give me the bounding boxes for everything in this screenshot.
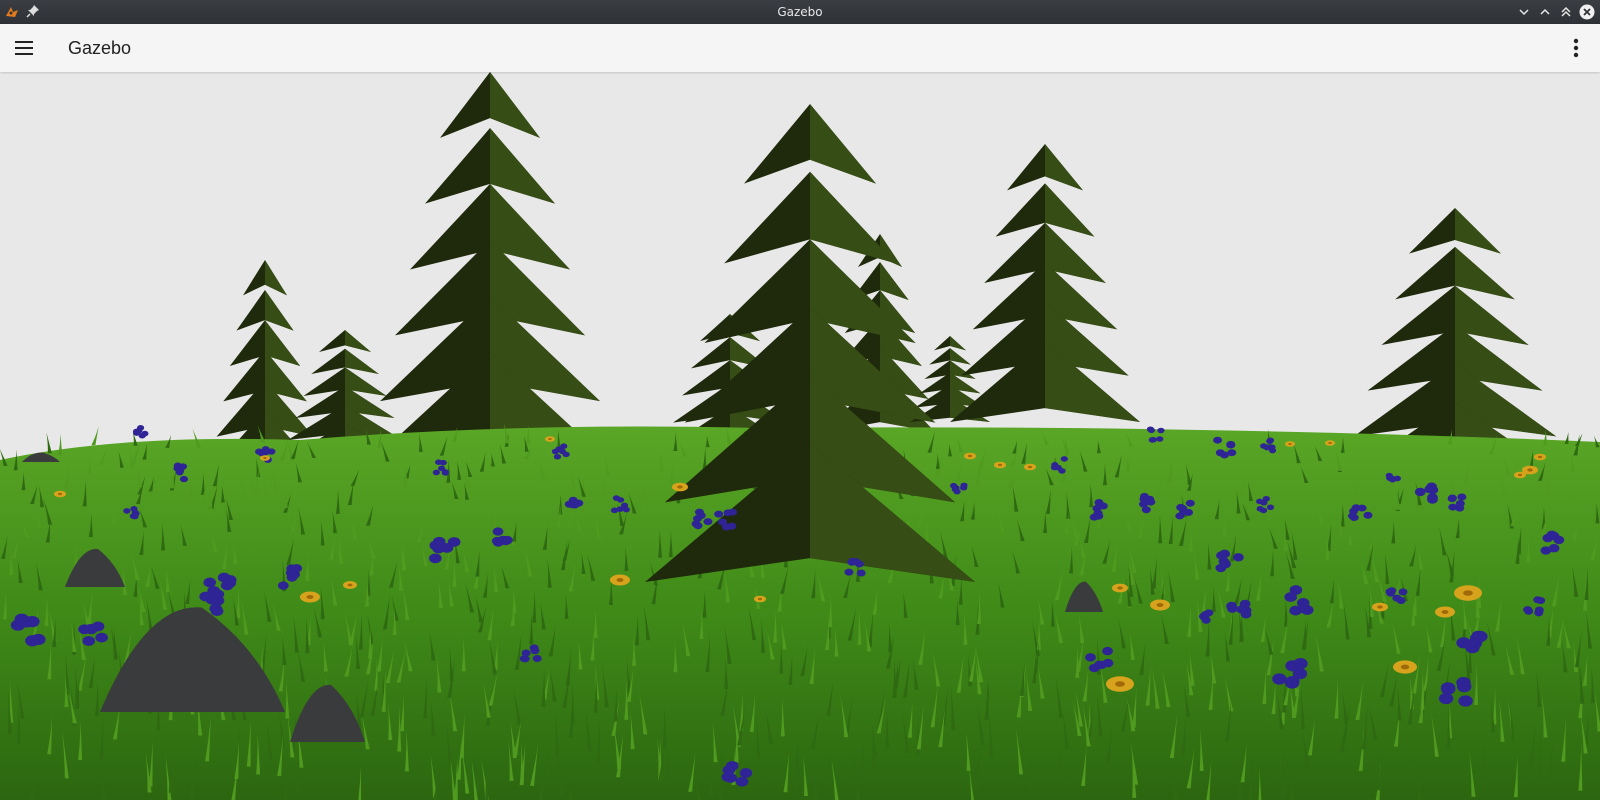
more-vert-icon <box>1573 38 1579 58</box>
blue-flower <box>78 621 108 646</box>
yellow-flower <box>545 436 555 442</box>
yellow-flower <box>1325 440 1335 446</box>
yellow-flower <box>1024 463 1036 471</box>
yellow-flower <box>672 482 688 492</box>
hamburger-menu-icon <box>15 41 33 55</box>
yellow-flower <box>1106 676 1134 692</box>
yellow-flower <box>1514 471 1526 479</box>
close-icon[interactable] <box>1578 3 1596 21</box>
yellow-flower <box>300 591 320 603</box>
yellow-flower <box>964 452 976 460</box>
app-title: Gazebo <box>68 38 132 58</box>
yellow-flower <box>1112 583 1128 593</box>
hamburger-menu-button[interactable] <box>10 34 38 62</box>
yellow-flower <box>1435 606 1455 618</box>
yellow-flower <box>1285 441 1295 447</box>
yellow-flower <box>260 455 270 461</box>
yellow-flower <box>1454 585 1482 601</box>
more-options-button[interactable] <box>1562 34 1590 62</box>
yellow-flower <box>54 490 66 498</box>
maximize-icon[interactable] <box>1557 3 1575 21</box>
yellow-flower <box>343 581 357 589</box>
scene-render <box>0 72 1600 800</box>
app-bar: Gazebo <box>0 24 1600 72</box>
yellow-flower <box>1534 453 1546 461</box>
yellow-flower <box>1372 602 1388 612</box>
window-titlebar: Gazebo <box>0 0 1600 24</box>
yellow-flower <box>754 595 766 603</box>
yellow-flower <box>1150 599 1170 611</box>
yellow-flower <box>994 461 1006 469</box>
minimize-icon[interactable] <box>1515 3 1533 21</box>
yellow-flower <box>1393 660 1417 674</box>
3d-viewport[interactable] <box>0 72 1600 800</box>
restore-icon[interactable] <box>1536 3 1554 21</box>
yellow-flower <box>610 574 630 586</box>
window-title: Gazebo <box>777 5 823 19</box>
